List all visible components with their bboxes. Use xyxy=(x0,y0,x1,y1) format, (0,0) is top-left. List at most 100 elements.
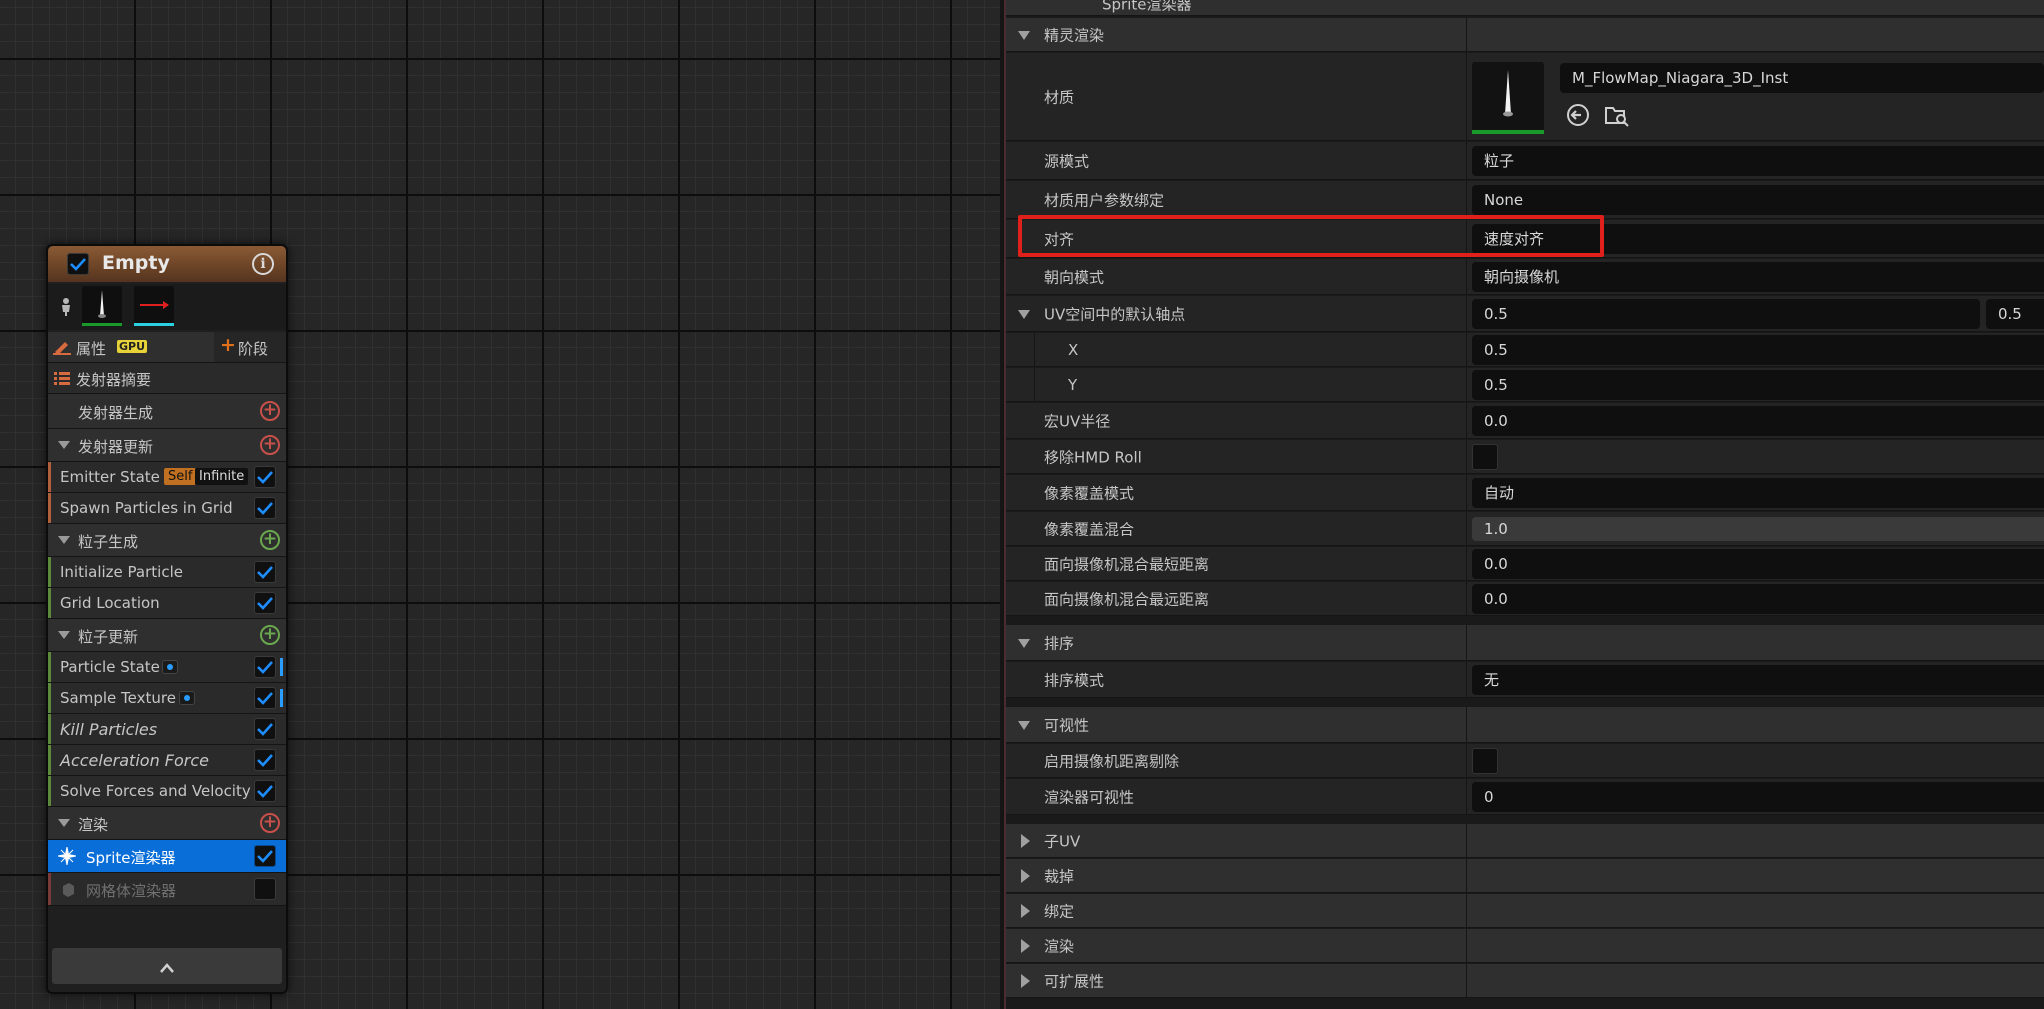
remove-hmd-roll-checkbox[interactable] xyxy=(1472,443,1498,470)
node-title: Empty xyxy=(102,252,170,274)
expand-triangle-icon[interactable] xyxy=(58,819,70,827)
use-selected-asset-icon[interactable] xyxy=(1566,103,1590,131)
module-checkbox[interactable] xyxy=(254,497,276,519)
acceleration-force-row[interactable]: Acceleration Force xyxy=(48,745,286,776)
module-checkbox[interactable] xyxy=(254,561,276,583)
sprite-renderer-checkbox[interactable] xyxy=(254,845,276,867)
sub-uv-category[interactable]: 子UV xyxy=(1006,824,2044,858)
collapse-button[interactable] xyxy=(52,948,282,984)
grid-location-row[interactable]: Grid Location xyxy=(48,588,286,619)
node-header[interactable]: Empty i xyxy=(48,246,286,282)
add-renderer-icon[interactable]: + xyxy=(260,813,280,833)
plus-icon: + xyxy=(220,334,236,356)
spawn-particles-grid-label: Spawn Particles in Grid xyxy=(60,499,233,517)
add-emitter-spawn-icon[interactable]: + xyxy=(260,401,280,421)
add-particle-update-icon[interactable]: + xyxy=(260,625,280,645)
visibility-category[interactable]: 可视性 xyxy=(1006,707,2044,743)
expand-triangle-icon[interactable] xyxy=(58,536,70,544)
sorting-category[interactable]: 排序 xyxy=(1006,625,2044,661)
source-mode-dropdown[interactable]: 粒子 xyxy=(1472,145,2044,176)
browse-folder-icon[interactable] xyxy=(1604,103,1630,131)
y-value-field[interactable]: 0.5 xyxy=(1472,369,2044,400)
particle-spawn-row[interactable]: 粒子生成 + xyxy=(48,524,286,557)
add-emitter-update-icon[interactable]: + xyxy=(260,435,280,455)
min-face-cam-field[interactable]: 0.0 xyxy=(1472,548,2044,579)
rendering-category[interactable]: 渲染 xyxy=(1006,929,2044,963)
scalability-category[interactable]: 可扩展性 xyxy=(1006,964,2044,998)
pin-icon[interactable] xyxy=(60,297,70,316)
mesh-renderer-checkbox[interactable] xyxy=(254,878,276,900)
collapse-triangle-icon[interactable] xyxy=(1018,638,1030,648)
expand-triangle-icon[interactable] xyxy=(1021,868,1030,883)
add-particle-spawn-icon[interactable]: + xyxy=(260,530,280,550)
material-param-binding-row: 材质用户参数绑定 None xyxy=(1006,181,2044,219)
sprite-renderer-thumbnail[interactable] xyxy=(82,286,122,326)
emitter-state-row[interactable]: Emitter State Self Infinite xyxy=(48,462,286,493)
module-checkbox[interactable] xyxy=(254,592,276,614)
render-section-row[interactable]: 渲染 + xyxy=(48,807,286,840)
x-label: X xyxy=(1068,340,1079,359)
pencil-icon xyxy=(53,339,71,359)
module-checkbox[interactable] xyxy=(254,687,276,709)
kill-particles-row[interactable]: Kill Particles xyxy=(48,714,286,745)
scalability-label: 可扩展性 xyxy=(1044,972,1105,990)
sort-mode-dropdown[interactable]: 无 xyxy=(1472,664,2044,695)
module-checkbox[interactable] xyxy=(254,466,276,488)
mesh-renderer-row[interactable]: 网格体渲染器 xyxy=(48,873,286,906)
expand-triangle-icon[interactable] xyxy=(1021,903,1030,918)
emitter-enable-checkbox[interactable] xyxy=(67,253,89,275)
cube-icon xyxy=(60,882,76,902)
pivot-x-field[interactable]: 0.5 xyxy=(1472,298,1980,329)
velocity-thumbnail[interactable] xyxy=(134,286,174,326)
expand-triangle-icon[interactable] xyxy=(1021,938,1030,953)
emitter-summary-row[interactable]: 发射器摘要 xyxy=(48,363,286,394)
module-checkbox[interactable] xyxy=(254,749,276,771)
sub-uv-label: 子UV xyxy=(1044,832,1081,850)
sprite-rendering-category[interactable]: 精灵渲染 xyxy=(1006,18,2044,52)
spawn-particles-grid-row[interactable]: Spawn Particles in Grid xyxy=(48,493,286,524)
particle-update-row[interactable]: 粒子更新 + xyxy=(48,619,286,652)
module-checkbox[interactable] xyxy=(254,718,276,740)
emitter-summary-label: 发射器摘要 xyxy=(76,371,152,389)
x-value-field[interactable]: 0.5 xyxy=(1472,334,2044,365)
pixel-coverage-mode-dropdown[interactable]: 自动 xyxy=(1472,477,2044,508)
cutout-category[interactable]: 裁掉 xyxy=(1006,859,2044,893)
sprite-renderer-row[interactable]: Sprite渲染器 xyxy=(48,840,286,873)
emitter-update-row[interactable]: 发射器更新 + xyxy=(48,429,286,462)
pivot-row[interactable]: UV空间中的默认轴点 0.5 0.5 xyxy=(1006,296,2044,332)
render-label: 渲染 xyxy=(78,816,109,834)
macro-uv-row: 宏UV半径 0.0 xyxy=(1006,403,2044,439)
module-checkbox[interactable] xyxy=(254,656,276,678)
material-value-field[interactable]: M_FlowMap_Niagara_3D_Inst xyxy=(1560,63,2044,93)
expand-triangle-icon[interactable] xyxy=(58,631,70,639)
max-face-cam-field[interactable]: 0.0 xyxy=(1472,583,2044,614)
renderer-visibility-field[interactable]: 0 xyxy=(1472,781,2044,812)
macro-uv-field[interactable]: 0.0 xyxy=(1472,405,2044,436)
sample-texture-row[interactable]: Sample Texture xyxy=(48,683,286,714)
expand-triangle-icon[interactable] xyxy=(1021,833,1030,848)
material-thumbnail[interactable] xyxy=(1472,62,1544,134)
initialize-particle-row[interactable]: Initialize Particle xyxy=(48,557,286,588)
particle-state-row[interactable]: Particle State xyxy=(48,652,286,683)
cutout-label: 裁掉 xyxy=(1044,867,1075,885)
collapse-triangle-icon[interactable] xyxy=(1018,720,1030,730)
expand-triangle-icon[interactable] xyxy=(58,441,70,449)
pixel-coverage-blend-slider[interactable]: 1.0 xyxy=(1472,516,2044,541)
collapse-triangle-icon[interactable] xyxy=(1018,30,1030,40)
pixel-coverage-mode-row: 像素覆盖模式 自动 xyxy=(1006,475,2044,511)
emitter-node[interactable]: Empty i 属性 GPU + 阶段 发射器摘要 发射器生成 + 发射器更新 … xyxy=(46,244,288,994)
particle-state-label: Particle State xyxy=(60,658,160,676)
info-icon[interactable]: i xyxy=(252,253,274,275)
camera-distance-culling-checkbox[interactable] xyxy=(1472,747,1498,774)
module-checkbox[interactable] xyxy=(254,780,276,802)
emitter-spawn-row[interactable]: 发射器生成 + xyxy=(48,394,286,429)
properties-row[interactable]: 属性 GPU + 阶段 xyxy=(48,332,286,363)
bindings-category[interactable]: 绑定 xyxy=(1006,894,2044,928)
collapse-triangle-icon[interactable] xyxy=(1018,309,1030,319)
pivot-y-field[interactable]: 0.5 xyxy=(1986,298,2044,329)
expand-triangle-icon[interactable] xyxy=(1021,973,1030,988)
stage-button[interactable]: + 阶段 xyxy=(214,332,286,362)
facing-mode-dropdown[interactable]: 朝向摄像机 xyxy=(1472,261,2044,292)
material-param-binding-dropdown[interactable]: None xyxy=(1472,184,2044,215)
solve-forces-row[interactable]: Solve Forces and Velocity xyxy=(48,776,286,807)
